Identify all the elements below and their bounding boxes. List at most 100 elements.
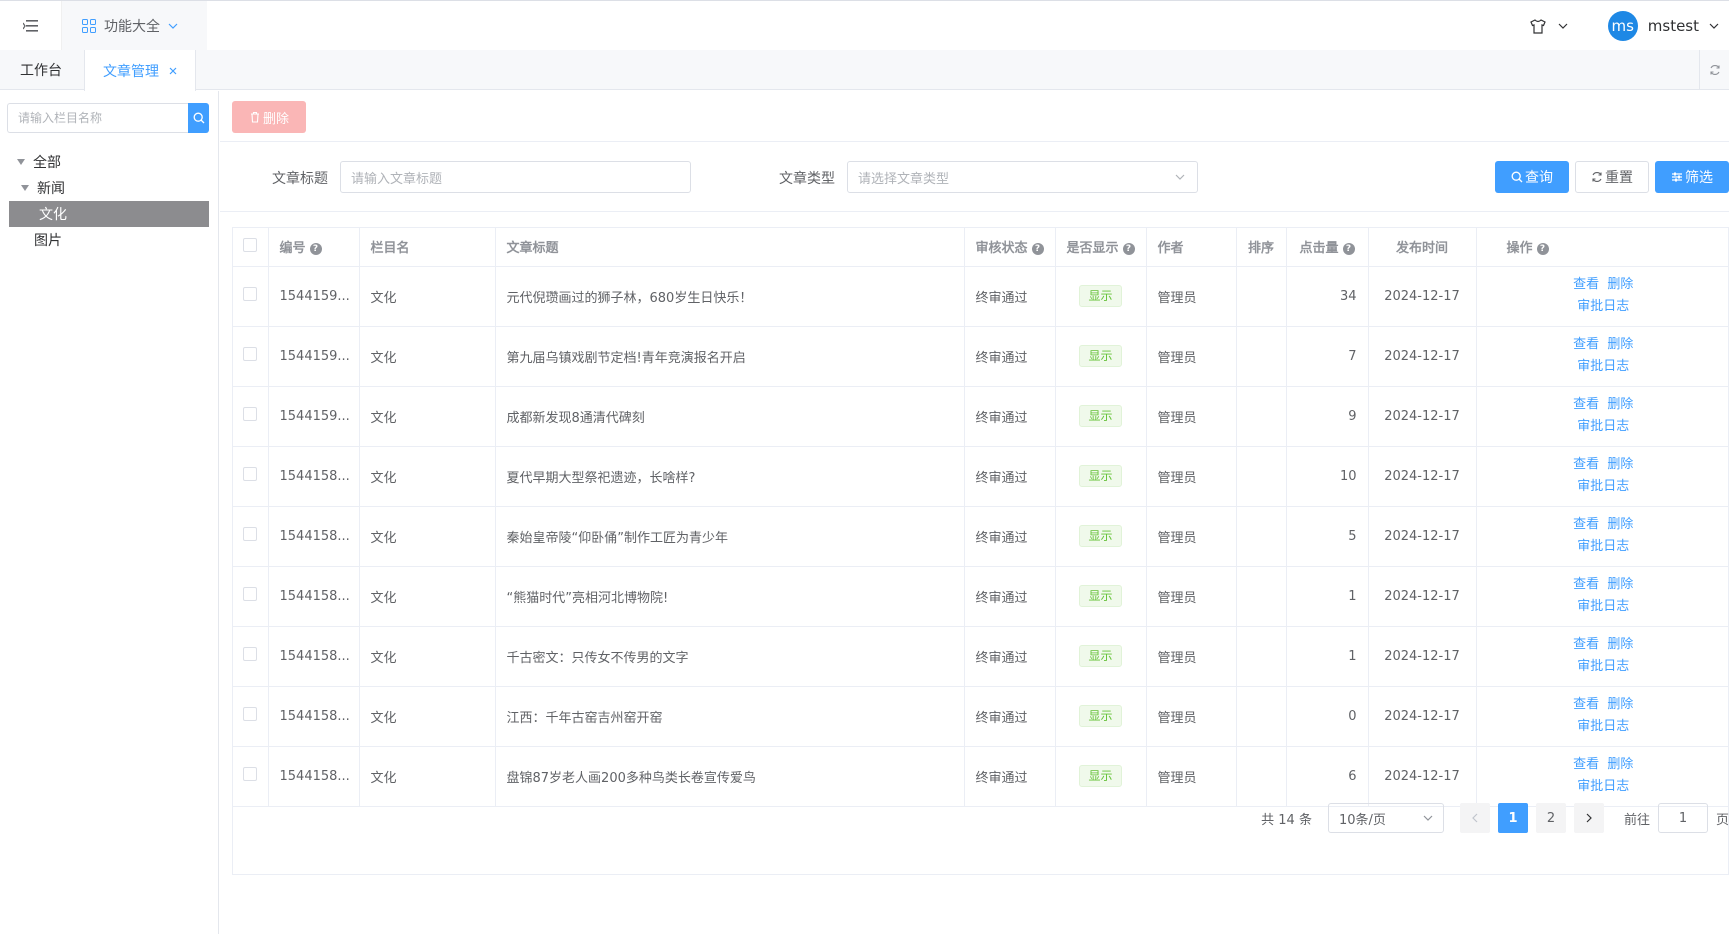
help-icon[interactable]: ? — [1031, 242, 1044, 255]
cell-ops: 查看 删除审批日志 — [1476, 326, 1728, 387]
column-header-clicks[interactable]: 点击量? — [1286, 228, 1369, 267]
approval-log-link[interactable]: 审批日志 — [1577, 719, 1629, 734]
total-count: 共 14 条 — [1261, 812, 1312, 828]
view-link[interactable]: 查看 — [1573, 577, 1599, 592]
refresh-tab-button[interactable] — [1699, 50, 1729, 90]
user-menu[interactable]: ms mstest — [1607, 11, 1719, 41]
tree-node-news[interactable]: 新闻 — [9, 175, 209, 201]
cell-status: 终审通过 — [964, 626, 1056, 687]
row-checkbox[interactable] — [243, 347, 258, 361]
delete-link[interactable]: 删除 — [1607, 337, 1633, 352]
delete-button[interactable]: 删除 — [232, 101, 306, 133]
delete-link[interactable]: 删除 — [1607, 517, 1633, 532]
approval-log-link[interactable]: 审批日志 — [1577, 779, 1629, 794]
view-link[interactable]: 查看 — [1573, 337, 1599, 352]
category-search-button[interactable] — [188, 103, 209, 133]
caret-down-icon[interactable] — [17, 159, 25, 165]
approval-log-link[interactable]: 审批日志 — [1577, 479, 1629, 494]
view-link[interactable]: 查看 — [1573, 697, 1599, 712]
collapse-menu-button[interactable] — [0, 1, 62, 51]
view-link[interactable]: 查看 — [1573, 277, 1599, 292]
select-all-checkbox[interactable] — [243, 237, 258, 252]
chevron-down-icon — [168, 23, 178, 29]
column-header-author[interactable]: 作者 — [1146, 228, 1237, 267]
tree-node-label: 图片 — [34, 233, 62, 249]
delete-link[interactable]: 删除 — [1607, 397, 1633, 412]
category-tree: 全部 新闻 文化 图片 — [9, 149, 209, 253]
row-checkbox[interactable] — [243, 527, 258, 541]
tab-workbench[interactable]: 工作台 — [0, 50, 82, 90]
prev-page-button[interactable] — [1459, 803, 1490, 833]
view-link[interactable]: 查看 — [1573, 637, 1599, 652]
close-icon[interactable] — [169, 67, 177, 75]
column-header-sort[interactable]: 排序 — [1236, 228, 1287, 267]
row-checkbox[interactable] — [243, 707, 258, 721]
page-size-select[interactable]: 10条/页 — [1327, 803, 1444, 833]
cell-date: 2024-12-17 — [1368, 386, 1477, 447]
view-link[interactable]: 查看 — [1573, 397, 1599, 412]
help-icon[interactable]: ? — [309, 242, 322, 255]
cell-show: 显示 — [1055, 566, 1147, 627]
row-checkbox[interactable] — [243, 587, 258, 601]
query-button[interactable]: 查询 — [1495, 161, 1569, 193]
row-checkbox[interactable] — [243, 647, 258, 661]
delete-link[interactable]: 删除 — [1607, 637, 1633, 652]
row-checkbox[interactable] — [243, 287, 258, 301]
cell-clicks: 5 — [1286, 506, 1369, 567]
column-header-date[interactable]: 发布时间 — [1368, 228, 1477, 267]
approval-log-link[interactable]: 审批日志 — [1577, 539, 1629, 554]
view-link[interactable]: 查看 — [1573, 757, 1599, 772]
caret-down-icon[interactable] — [21, 185, 29, 191]
approval-log-link[interactable]: 审批日志 — [1577, 299, 1629, 314]
column-header-category[interactable]: 栏目名 — [359, 228, 496, 267]
delete-link[interactable]: 删除 — [1607, 697, 1633, 712]
category-search-input[interactable] — [7, 103, 189, 133]
delete-link[interactable]: 删除 — [1607, 457, 1633, 472]
column-header-show[interactable]: 是否显示? — [1055, 228, 1147, 267]
tree-node-culture[interactable]: 文化 — [9, 201, 209, 227]
cell-show: 显示 — [1055, 386, 1147, 447]
approval-log-link[interactable]: 审批日志 — [1577, 659, 1629, 674]
help-icon[interactable]: ? — [1342, 242, 1355, 255]
cell-category: 文化 — [359, 266, 496, 327]
type-filter-select[interactable]: 请选择文章类型 — [847, 161, 1198, 193]
row-checkbox[interactable] — [243, 467, 258, 481]
cell-ops: 查看 删除审批日志 — [1476, 746, 1728, 807]
tab-label: 工作台 — [20, 63, 62, 79]
function-menu[interactable]: 功能大全 — [82, 1, 178, 51]
view-link[interactable]: 查看 — [1573, 457, 1599, 472]
tab-article-management[interactable]: 文章管理 — [84, 50, 196, 91]
row-checkbox[interactable] — [243, 407, 258, 421]
row-checkbox[interactable] — [243, 767, 258, 781]
page-button-2[interactable]: 2 — [1535, 803, 1566, 833]
view-link[interactable]: 查看 — [1573, 517, 1599, 532]
filter-button[interactable]: 筛选 — [1655, 161, 1729, 193]
cell-category: 文化 — [359, 626, 496, 687]
row-select-cell — [233, 266, 269, 327]
delete-link[interactable]: 删除 — [1607, 277, 1633, 292]
help-icon[interactable]: ? — [1536, 242, 1549, 255]
approval-log-link[interactable]: 审批日志 — [1577, 359, 1629, 374]
trash-icon — [250, 111, 259, 123]
theme-button[interactable] — [1529, 18, 1568, 34]
cell-date: 2024-12-17 — [1368, 746, 1477, 807]
delete-link[interactable]: 删除 — [1607, 577, 1633, 592]
cell-title: 第九届乌镇戏剧节定档!青年竞演报名开启 — [495, 326, 965, 387]
delete-link[interactable]: 删除 — [1607, 757, 1633, 772]
status-badge: 显示 — [1079, 765, 1122, 787]
column-header-status[interactable]: 审核状态? — [964, 228, 1056, 267]
row-select-cell — [233, 446, 269, 507]
help-icon[interactable]: ? — [1122, 242, 1135, 255]
tree-node-images[interactable]: 图片 — [9, 227, 209, 253]
column-header-id[interactable]: 编号? — [268, 228, 360, 267]
approval-log-link[interactable]: 审批日志 — [1577, 419, 1629, 434]
next-page-button[interactable] — [1573, 803, 1604, 833]
column-header-title[interactable]: 文章标题 — [495, 228, 965, 267]
approval-log-link[interactable]: 审批日志 — [1577, 599, 1629, 614]
page-button-1[interactable]: 1 — [1497, 803, 1528, 833]
goto-page-input[interactable]: 1 — [1657, 803, 1708, 833]
tree-node-all[interactable]: 全部 — [9, 149, 209, 175]
title-filter-input[interactable]: 请输入文章标题 — [340, 161, 691, 193]
cell-sort — [1236, 326, 1287, 387]
reset-button[interactable]: 重置 — [1575, 161, 1649, 193]
